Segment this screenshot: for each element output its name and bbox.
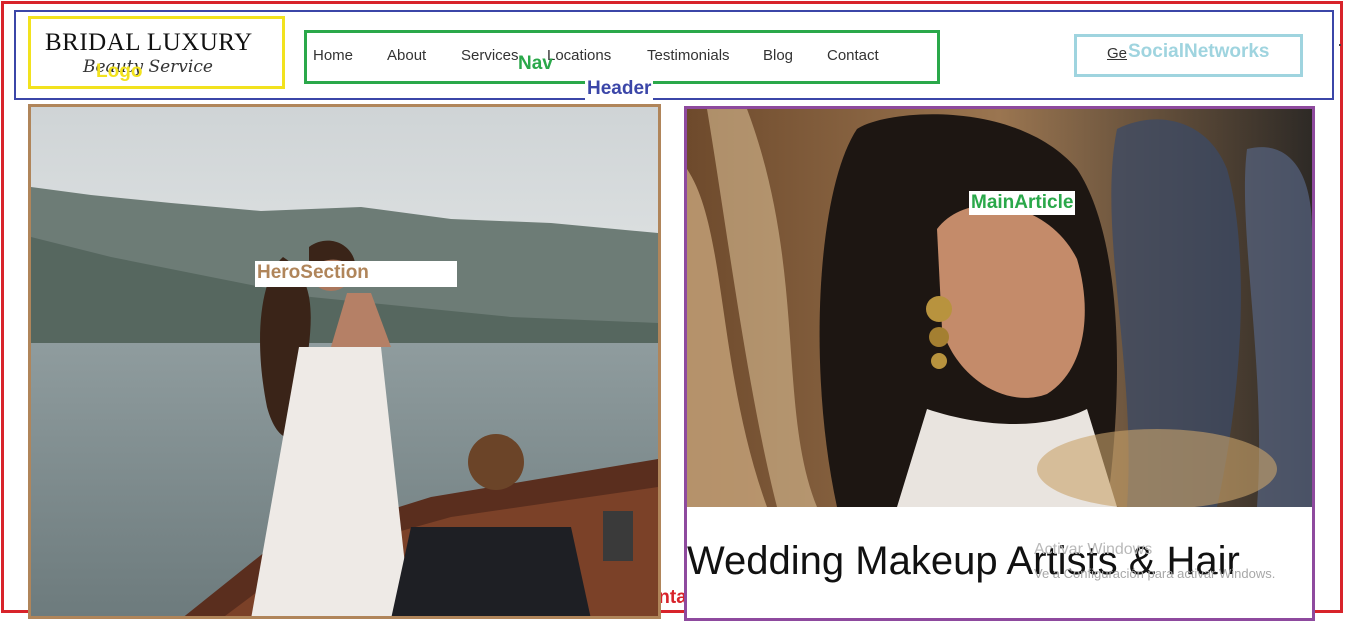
logo[interactable]: BRIDAL LUXURY Beauty Service [28,16,285,89]
nav-item-blog[interactable]: Blog [763,47,793,64]
decorative-dot [1339,44,1341,46]
main-nav: Home About Services Locations Testimonia… [304,30,940,84]
social-networks-label: SocialNetworks [1128,41,1270,62]
nav-item-about[interactable]: About [387,47,426,64]
windows-activation-title: Activar Windows [1034,541,1153,558]
article-photo-svg [687,109,1312,507]
header-label: Header [585,77,654,101]
logo-label: Logo [96,61,143,82]
logo-title: BRIDAL LUXURY [45,29,253,56]
hero-photo [31,107,658,616]
main-article-label: MainArticle [969,191,1076,215]
article-photo [687,109,1312,507]
get-link[interactable]: Ge [1107,45,1127,62]
nav-item-contact[interactable]: Contact [827,47,879,64]
nav-label: Nav [518,53,553,74]
nav-item-home[interactable]: Home [313,47,353,64]
main-article: Wedding Makeup Artists & Hair [684,106,1315,621]
windows-activation-text: Ve a Configuración para activar Windows. [1034,566,1276,581]
nav-item-services[interactable]: Services [461,47,519,64]
hero-section [28,104,661,619]
hero-section-label: HeroSection [255,261,457,287]
nav-item-testimonials[interactable]: Testimonials [647,47,730,64]
nav-item-locations[interactable]: Locations [547,47,611,64]
